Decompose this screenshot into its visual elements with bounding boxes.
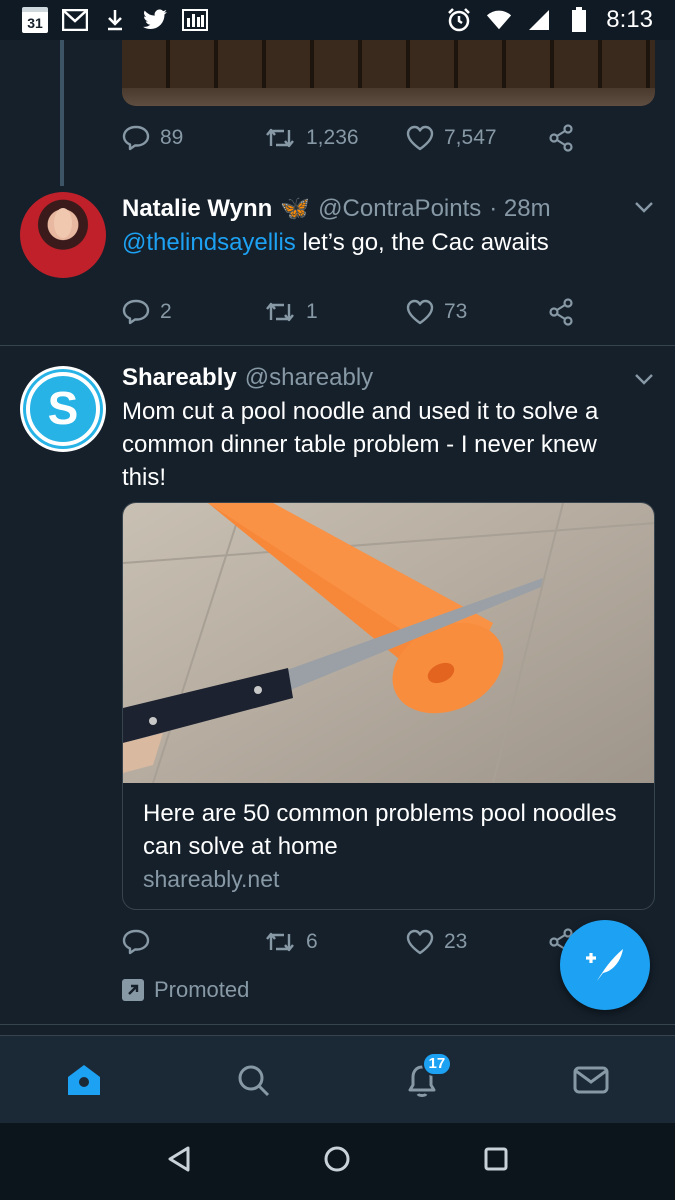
card-text: Here are 50 common problems pool noodles… <box>143 797 633 893</box>
user-handle[interactable]: @shareably <box>245 364 373 392</box>
signal-icon <box>526 7 552 33</box>
heart-icon <box>406 929 434 955</box>
promoted-arrow-icon <box>122 979 144 1001</box>
tweet-media-image[interactable] <box>122 40 655 106</box>
share-button[interactable] <box>548 124 574 152</box>
nav-search[interactable] <box>213 1050 293 1110</box>
messages-icon <box>573 1066 609 1093</box>
tweet-text: @thelindsayellis let’s go, the Cac await… <box>122 226 632 259</box>
tweet-actions: 89 1,236 7,547 <box>122 124 582 152</box>
tweet-timestamp: · 28m <box>489 195 551 222</box>
reply-count: 89 <box>160 126 184 149</box>
recents-button[interactable] <box>483 1146 509 1177</box>
thread-connector-line <box>60 40 64 186</box>
like-count: 73 <box>444 300 468 323</box>
display-name[interactable]: Natalie Wynn <box>122 195 272 223</box>
heart-icon <box>406 125 434 151</box>
like-count: 23 <box>444 930 468 953</box>
status-bar-left: 31 <box>22 7 208 33</box>
recents-square-icon <box>484 1147 508 1171</box>
wifi-icon <box>486 7 512 33</box>
like-button[interactable]: 73 <box>406 299 548 325</box>
like-count: 7,547 <box>444 126 497 149</box>
system-navigation-bar <box>0 1123 675 1200</box>
compose-tweet-button[interactable] <box>560 920 650 1010</box>
promoted-text: Promoted <box>154 977 250 1002</box>
twitter-icon <box>142 7 168 33</box>
nav-notifications[interactable]: 17 <box>382 1050 462 1110</box>
user-handle[interactable]: @ContraPoints <box>318 195 481 223</box>
promoted-label: Promoted <box>122 977 249 1003</box>
pool-noodle-photo <box>123 503 654 783</box>
tweet-divider <box>0 1024 675 1025</box>
battery-icon <box>566 7 592 33</box>
tweet-header: Shareably @shareably <box>122 364 373 392</box>
butterfly-emoji: 🦋 <box>280 195 311 222</box>
heart-icon <box>406 299 434 325</box>
shareably-logo-icon: S <box>23 369 103 449</box>
retweet-icon <box>266 302 294 322</box>
card-domain: shareably.net <box>143 866 280 892</box>
status-bar: 31 8:13 <box>0 0 675 40</box>
tweet-text: Mom cut a pool noodle and used it to sol… <box>122 398 599 491</box>
retweet-count: 6 <box>306 930 318 953</box>
display-name[interactable]: Shareably <box>122 364 237 392</box>
retweet-count: 1,236 <box>306 126 359 149</box>
bottom-navigation: 17 <box>0 1035 675 1123</box>
alarm-icon <box>446 7 472 33</box>
download-icon <box>102 7 128 33</box>
home-icon <box>68 1064 101 1095</box>
calendar-icon: 31 <box>22 7 48 33</box>
share-icon <box>549 124 573 152</box>
avatar[interactable] <box>20 192 106 278</box>
bar-chart-icon <box>182 7 208 33</box>
reply-icon <box>122 929 150 955</box>
share-icon <box>549 298 573 326</box>
tweet-body: let’s go, the Cac awaits <box>295 229 549 256</box>
mention-link[interactable]: @thelindsayellis <box>122 229 296 256</box>
retweet-count: 1 <box>306 300 318 323</box>
status-time: 8:13 <box>606 6 653 33</box>
reply-button[interactable] <box>122 929 264 955</box>
tweet-actions: 6 23 <box>122 928 582 956</box>
retweet-button[interactable]: 6 <box>264 930 406 954</box>
status-bar-right: 8:13 <box>446 6 653 34</box>
nav-messages[interactable] <box>551 1050 631 1110</box>
nav-home[interactable] <box>44 1050 124 1110</box>
reply-icon <box>122 299 150 325</box>
retweet-button[interactable]: 1 <box>264 300 406 324</box>
search-icon <box>238 1065 270 1096</box>
retweet-button[interactable]: 1,236 <box>264 126 406 150</box>
home-circle-icon <box>324 1146 350 1172</box>
back-button[interactable] <box>166 1145 192 1178</box>
tweet-actions: 2 1 73 <box>122 298 582 326</box>
reply-count: 2 <box>160 300 172 323</box>
compose-feather-icon <box>586 949 623 981</box>
back-triangle-icon <box>168 1146 190 1172</box>
reply-button[interactable]: 89 <box>122 125 264 151</box>
timeline-feed[interactable]: 89 1,236 7,547 Natalie Wynn 🦋 @ContraPoi… <box>0 40 675 1035</box>
card-title: Here are 50 common problems pool noodles… <box>143 800 617 860</box>
share-button[interactable] <box>548 298 574 326</box>
chevron-down-icon[interactable] <box>633 196 655 218</box>
link-card[interactable]: Here are 50 common problems pool noodles… <box>122 502 655 910</box>
reply-button[interactable]: 2 <box>122 299 264 325</box>
like-button[interactable]: 7,547 <box>406 125 548 151</box>
retweet-icon <box>266 128 294 148</box>
gmail-icon <box>62 7 88 33</box>
retweet-icon <box>266 932 294 952</box>
avatar-letter: S <box>48 382 79 434</box>
home-system-button[interactable] <box>323 1145 351 1178</box>
notification-count-badge: 17 <box>421 1051 452 1076</box>
reply-icon <box>122 125 150 151</box>
like-button[interactable]: 23 <box>406 929 548 955</box>
tweet-header: Natalie Wynn 🦋 @ContraPoints · 28m <box>122 194 551 223</box>
card-image <box>123 503 654 783</box>
avatar[interactable]: S <box>20 366 106 452</box>
chevron-down-icon[interactable] <box>633 368 655 390</box>
tweet-divider <box>0 345 675 346</box>
